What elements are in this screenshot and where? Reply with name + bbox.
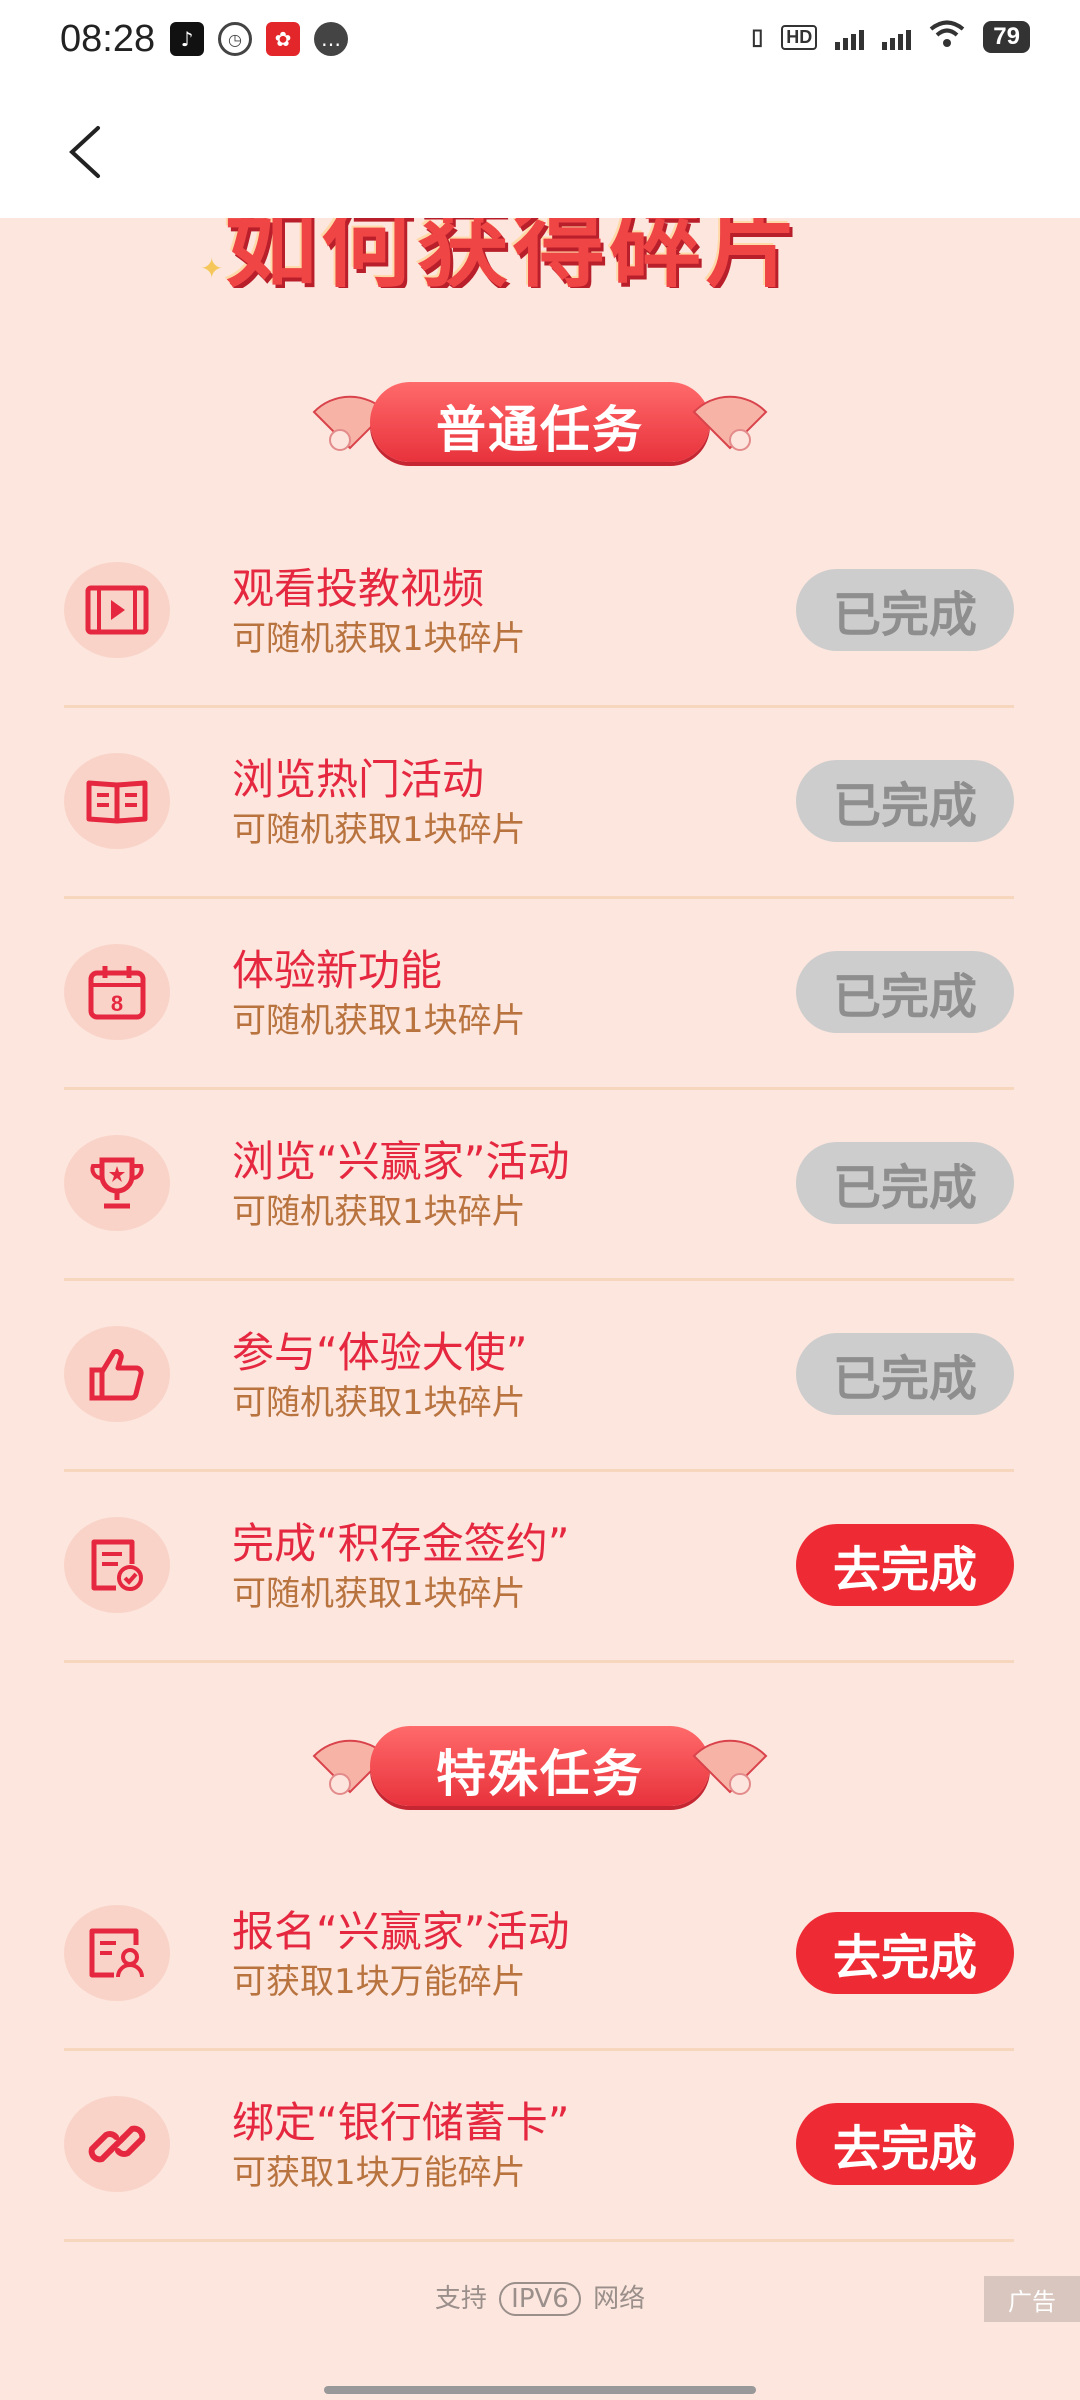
task-name: 报名“兴赢家”活动	[232, 1907, 570, 1956]
task-name: 浏览“兴赢家”活动	[232, 1137, 570, 1186]
task-completed-button[interactable]: 已完成	[796, 1142, 1014, 1224]
back-button[interactable]	[62, 124, 112, 180]
signal-5g-icon	[835, 24, 865, 50]
task-description: 可获取1块万能碎片	[232, 1962, 526, 2002]
task-description: 可随机获取1块碎片	[232, 1001, 526, 1041]
chevron-left-icon	[69, 126, 100, 178]
task-completed-button[interactable]: 已完成	[796, 569, 1014, 651]
book-icon	[64, 753, 170, 849]
task-completed-button[interactable]: 已完成	[796, 1333, 1014, 1415]
ipv6-support-note: 支持 IPV6 网络	[0, 2278, 1080, 2316]
battery-icon: 79	[983, 21, 1030, 53]
task-item: 观看投教视频 可随机获取1块碎片 已完成	[64, 515, 1014, 708]
thumbs-up-icon	[64, 1326, 170, 1422]
ipv6-badge: IPV6	[499, 2282, 581, 2316]
task-item: 8 体验新功能 可随机获取1块碎片 已完成	[64, 897, 1014, 1090]
task-description: 可随机获取1块碎片	[232, 619, 526, 659]
task-description: 可随机获取1块碎片	[232, 810, 526, 850]
banner-title: 如何获得碎片	[225, 218, 802, 288]
message-icon: …	[314, 22, 348, 56]
ad-label[interactable]: 广告	[984, 2276, 1080, 2322]
task-item: 参与“体验大使” 可随机获取1块碎片 已完成	[64, 1279, 1014, 1472]
task-name: 体验新功能	[232, 946, 443, 995]
signal-4g-icon	[882, 24, 912, 50]
task-name: 绑定“银行储蓄卡”	[232, 2098, 570, 2147]
go-complete-button[interactable]: 去完成	[796, 1912, 1014, 1994]
section-title: 普通任务	[436, 400, 644, 459]
go-complete-button[interactable]: 去完成	[796, 1524, 1014, 1606]
alarm-icon: ◷	[218, 22, 252, 56]
sparkle-icon: ✦	[200, 252, 224, 285]
hd-icon: HD	[781, 24, 818, 50]
status-bar: 08:28 ♪ ◷ ✿ … ▯ HD 79	[0, 0, 1080, 84]
tiktok-icon: ♪	[170, 22, 204, 56]
task-description: 可随机获取1块碎片	[232, 1383, 526, 1423]
video-icon	[64, 562, 170, 658]
go-complete-button[interactable]: 去完成	[796, 2103, 1014, 2185]
task-description: 可获取1块万能碎片	[232, 2153, 526, 2193]
notification-icons: ♪ ◷ ✿ …	[170, 22, 348, 56]
task-item: 浏览“兴赢家”活动 可随机获取1块碎片 已完成	[64, 1088, 1014, 1281]
task-completed-button[interactable]: 已完成	[796, 951, 1014, 1033]
task-item: 浏览热门活动 可随机获取1块碎片 已完成	[64, 706, 1014, 899]
wifi-icon	[929, 20, 965, 54]
vibrate-icon: ▯	[751, 24, 764, 49]
task-item: 报名“兴赢家”活动 可获取1块万能碎片 去完成	[64, 1858, 1014, 2051]
section-header-special: 特殊任务	[310, 1716, 770, 1812]
status-time: 08:28	[60, 18, 156, 60]
link-icon	[64, 2096, 170, 2192]
task-item: 绑定“银行储蓄卡” 可获取1块万能碎片 去完成	[64, 2049, 1014, 2242]
task-name: 观看投教视频	[232, 564, 485, 613]
task-completed-button[interactable]: 已完成	[796, 760, 1014, 842]
contract-icon	[64, 1517, 170, 1613]
support-text: 支持	[434, 2284, 487, 2314]
task-name: 浏览热门活动	[232, 755, 485, 804]
nav-bar	[0, 84, 1080, 218]
trophy-icon	[64, 1135, 170, 1231]
system-status-icons: ▯ HD 79	[751, 20, 1030, 54]
section-title: 特殊任务	[436, 1744, 644, 1803]
task-name: 完成“积存金签约”	[232, 1519, 570, 1568]
home-indicator[interactable]	[324, 2386, 756, 2394]
task-name: 参与“体验大使”	[232, 1328, 528, 1377]
network-text: 网络	[593, 2284, 646, 2314]
banner-title-area: ✦ 如何获得碎片	[0, 218, 1080, 288]
app-notification-icon: ✿	[266, 22, 300, 56]
calendar-icon: 8	[64, 944, 170, 1040]
task-item: 完成“积存金签约” 可随机获取1块碎片 去完成	[64, 1470, 1014, 1663]
task-description: 可随机获取1块碎片	[232, 1574, 526, 1614]
section-header-normal: 普通任务	[310, 372, 770, 468]
svg-text:8: 8	[111, 991, 123, 1016]
task-description: 可随机获取1块碎片	[232, 1192, 526, 1232]
register-icon	[64, 1905, 170, 2001]
